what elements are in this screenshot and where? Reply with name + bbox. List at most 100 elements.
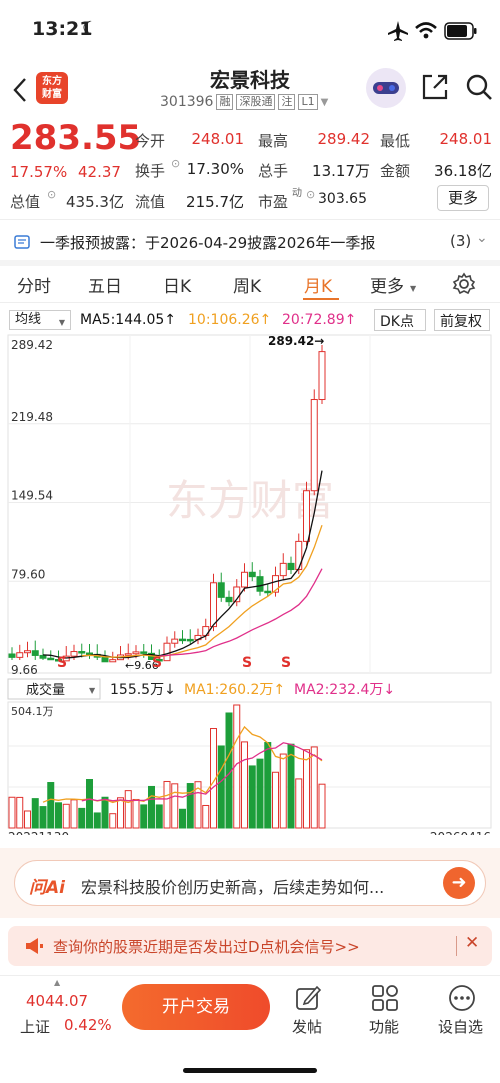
candle-body — [24, 650, 31, 654]
mktcap-label: 总值 — [10, 193, 41, 211]
volume-bar — [132, 798, 140, 829]
index-name: 上证 — [20, 1018, 51, 1036]
candle-body — [210, 582, 217, 628]
tab-weekly-k[interactable]: 周K — [233, 272, 261, 297]
more-caret-icon: ▼ — [410, 284, 417, 293]
volume-bar — [310, 746, 318, 829]
eye-info-icon[interactable]: ⊙ — [47, 188, 56, 201]
settings-gear-icon[interactable] — [452, 272, 476, 296]
tab-intraday[interactable]: 分时 — [17, 272, 51, 297]
caret-icon: ▼ — [89, 686, 96, 695]
candle-body — [256, 576, 264, 592]
current-price: 283.55 — [10, 118, 142, 158]
high-value: 289.42 — [317, 130, 371, 148]
function-grid-icon[interactable] — [371, 984, 399, 1012]
candle-body — [217, 582, 225, 598]
start-date: 20221130 — [8, 830, 69, 835]
info-icon[interactable]: ⊙ — [171, 157, 180, 170]
end-date: 20260416 — [430, 830, 491, 835]
divider — [0, 219, 500, 220]
volume-bar — [217, 745, 225, 829]
share-icon[interactable] — [420, 72, 450, 102]
promo-bar[interactable]: 查询你的股票近期是否发出过D点机会信号>> ✕ — [8, 926, 492, 966]
amount-value: 36.18亿 — [434, 162, 492, 180]
float-value: 215.7亿 — [186, 193, 244, 211]
stock-header: 东方 财富 宏景科技 301396 融 深股通 注 L1 ▼ — [0, 62, 500, 122]
bottom-bar: ▲ 4044.07 上证 0.42% 开户交易 发帖 功能 设自选 — [0, 975, 500, 1083]
open-account-trade-button[interactable]: 开户交易 — [122, 984, 270, 1030]
volume-label: 总手 — [258, 162, 289, 180]
more-button[interactable]: 更多 — [437, 185, 489, 211]
candle-body — [39, 654, 47, 659]
volume-bar — [148, 785, 155, 829]
volume-bar — [279, 753, 287, 829]
robot-assistant-icon[interactable] — [366, 68, 406, 108]
tag-level: L1 — [298, 94, 318, 110]
tab-daily-k[interactable]: 日K — [163, 272, 191, 297]
candle-body — [124, 653, 132, 656]
volume-bar — [8, 796, 16, 829]
candle-body — [8, 653, 16, 658]
high-marker-label: 289.42→ — [268, 334, 324, 348]
candle-body — [31, 650, 39, 656]
tab-more[interactable]: 更多 — [370, 272, 404, 297]
volume-bar — [86, 779, 93, 829]
candle-body — [109, 659, 117, 663]
volume-bar — [186, 783, 194, 829]
volume-bar — [202, 804, 210, 829]
stock-code: 301396 — [160, 94, 214, 110]
post-label[interactable]: 发帖 — [292, 1016, 322, 1037]
tab-monthly-k[interactable]: 月K — [304, 272, 332, 297]
close-icon[interactable]: ✕ — [465, 933, 479, 953]
ai-question-bar[interactable]: 问Ai 宏景科技股价创历史新高，后续走势如何... ➜ — [14, 860, 486, 906]
sell-signal-marker: S — [242, 655, 252, 671]
function-label[interactable]: 功能 — [369, 1016, 399, 1037]
volume-bar — [70, 799, 78, 829]
candle-body — [47, 657, 55, 661]
post-edit-icon[interactable] — [294, 984, 322, 1012]
mktcap-value: 435.3亿 — [66, 193, 124, 211]
candle-body — [171, 638, 179, 644]
tag-margin: 融 — [216, 94, 234, 110]
promo-text: 查询你的股票近期是否发出过D点机会信号>> — [53, 938, 360, 956]
notice-icon — [14, 235, 30, 249]
volume-bar — [31, 798, 39, 829]
sell-signal-marker: S — [152, 655, 162, 671]
index-up-arrow-icon: ▲ — [54, 978, 61, 987]
volume-bar — [124, 790, 132, 829]
y-tick-label: 9.66 — [11, 663, 38, 677]
volume-bar — [272, 771, 279, 829]
volume-bar — [287, 743, 295, 829]
y-tick-label: 219.48 — [11, 410, 53, 424]
candle-body — [225, 596, 233, 603]
moon-icon: ☾ — [82, 18, 99, 39]
candle-body — [303, 490, 310, 542]
candle-body — [140, 651, 148, 654]
volume-max-label: 504.1万 — [11, 705, 54, 718]
candle-body — [70, 651, 78, 657]
kline-chart[interactable]: 东方财富 289.42219.48149.5479.609.66 289.42→… — [0, 305, 500, 835]
tag-registered: 注 — [278, 94, 296, 110]
y-tick-label: 149.54 — [11, 489, 53, 503]
tab-active-indicator — [303, 298, 339, 300]
candle-body — [248, 571, 256, 578]
dropdown-caret-icon[interactable]: ▼ — [321, 97, 329, 108]
candle-body — [241, 571, 248, 588]
volume-bar — [140, 804, 148, 829]
search-icon[interactable] — [464, 72, 494, 102]
divider — [456, 936, 457, 956]
tab-five-day[interactable]: 五日 — [88, 272, 122, 297]
open-label: 今开 — [135, 132, 166, 150]
more-dots-icon[interactable] — [448, 984, 476, 1012]
add-watchlist-label[interactable]: 设自选 — [438, 1016, 483, 1037]
change-amount: 42.37 — [78, 163, 121, 181]
pe-info-icon[interactable]: ⊙ — [306, 188, 315, 201]
ai-go-arrow-icon[interactable]: ➜ — [443, 867, 475, 899]
candle-body — [295, 540, 303, 571]
volume-bar — [318, 783, 326, 829]
volume-bar — [78, 807, 86, 829]
notice-bar[interactable]: 一季报预披露：于2026-04-29披露2026年一季报 (3) ⌄ — [0, 224, 500, 260]
volume-bar — [62, 803, 70, 829]
high-label: 最高 — [258, 132, 289, 150]
chevron-down-icon: ⌄ — [476, 230, 488, 246]
